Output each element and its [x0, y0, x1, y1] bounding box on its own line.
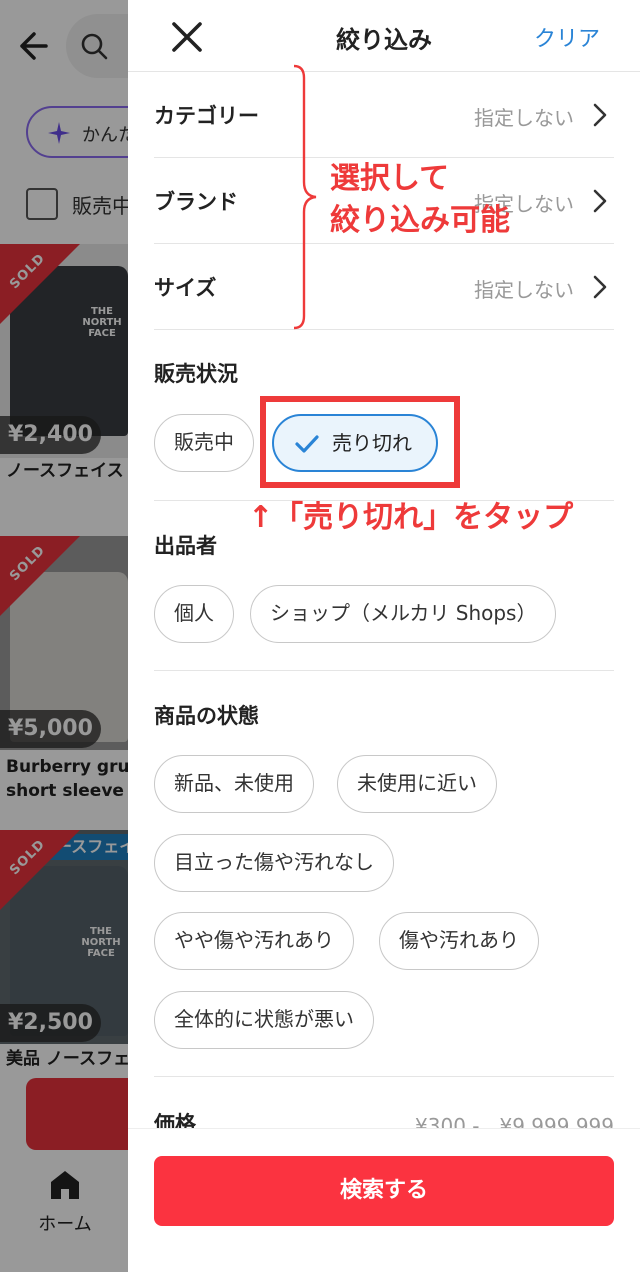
chip-condition-some-damage[interactable]: やや傷や汚れあり [154, 912, 354, 970]
divider [154, 670, 614, 671]
filter-row-value: 指定しない [474, 278, 574, 302]
filter-row-size[interactable]: サイズ 指定しない [154, 244, 614, 330]
chevron-right-icon [593, 103, 607, 127]
chevron-right-icon [593, 275, 607, 299]
annotation-tap-note: ↑「売り切れ」をタップ [248, 500, 574, 535]
clear-button[interactable]: クリア [534, 21, 600, 53]
panel-footer: 検索する [128, 1128, 640, 1272]
divider [154, 1076, 614, 1077]
condition-title: 商品の状態 [154, 704, 259, 728]
search-button[interactable]: 検索する [154, 1156, 614, 1226]
chip-condition-new[interactable]: 新品、未使用 [154, 755, 314, 813]
chip-individual[interactable]: 個人 [154, 585, 234, 643]
curly-brace-annotation [293, 64, 317, 330]
chip-condition-no-noticeable-damage[interactable]: 目立った傷や汚れなし [154, 834, 394, 892]
chip-condition-like-new[interactable]: 未使用に近い [337, 755, 497, 813]
seller-title: 出品者 [154, 534, 217, 558]
chip-on-sale[interactable]: 販売中 [154, 414, 254, 472]
filter-row-label: カテゴリー [154, 104, 259, 128]
filter-row-category[interactable]: カテゴリー 指定しない [154, 72, 614, 158]
highlight-box [260, 396, 460, 488]
chip-condition-poor[interactable]: 全体的に状態が悪い [154, 991, 374, 1049]
annotation-select-note: 選択して 絞り込み可能 [330, 161, 510, 238]
filter-row-label: サイズ [154, 276, 217, 300]
chevron-right-icon [593, 189, 607, 213]
chip-shop[interactable]: ショップ（メルカリ Shops） [250, 585, 557, 643]
filter-row-value: 指定しない [474, 106, 574, 130]
filter-row-label: ブランド [154, 190, 238, 214]
chip-condition-damaged[interactable]: 傷や汚れあり [379, 912, 539, 970]
sales-status-title: 販売状況 [154, 362, 238, 386]
panel-header: 絞り込み クリア [128, 0, 640, 72]
